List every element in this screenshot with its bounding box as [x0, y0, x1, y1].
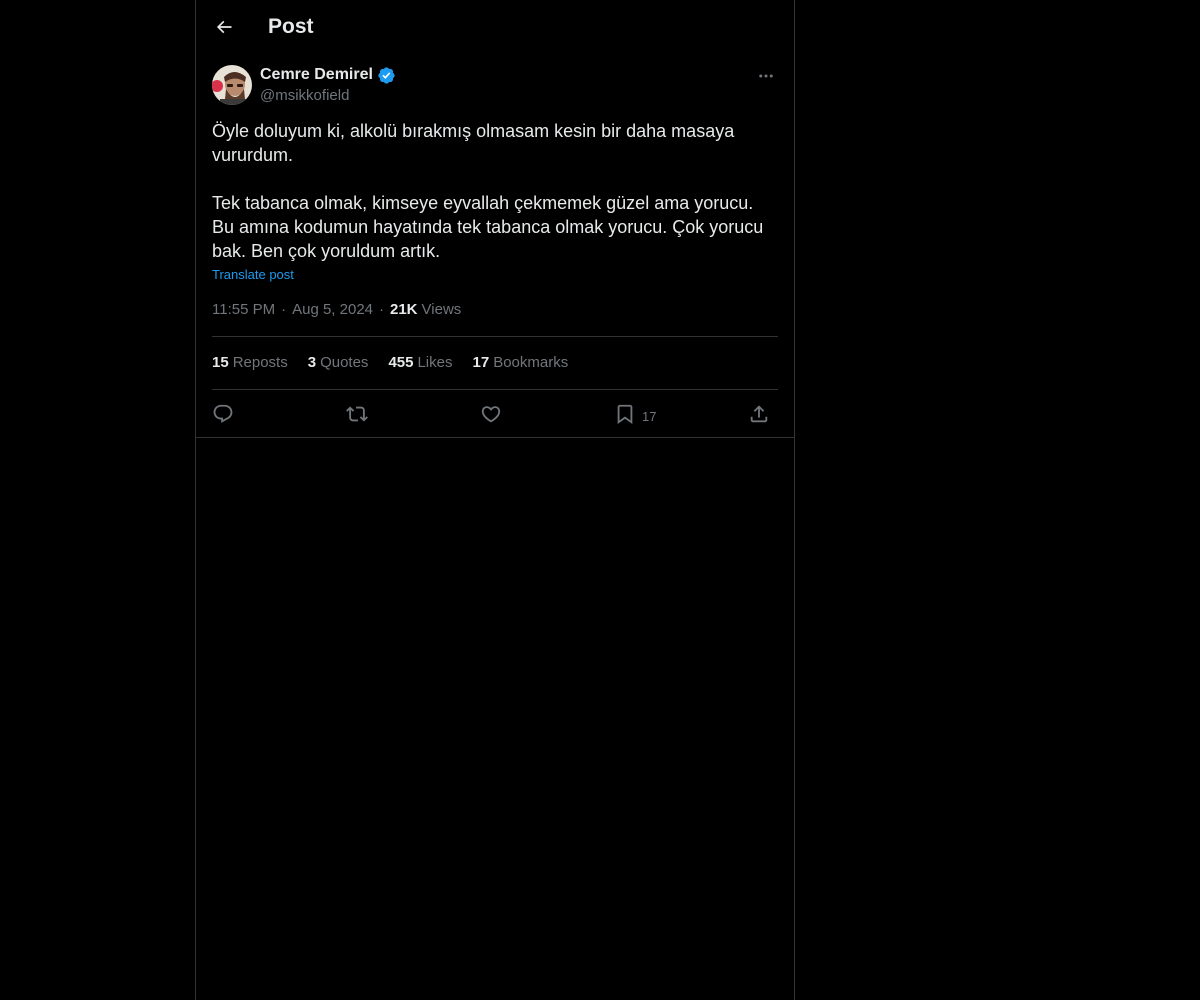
post-column: Post Cemre Demirel @msikkofield Öyle dol…	[195, 0, 795, 1000]
stat-number: 15	[212, 354, 229, 371]
arrow-left-icon	[214, 17, 234, 37]
name-line: Cemre Demirel	[260, 65, 396, 85]
author-display-name[interactable]: Cemre Demirel	[260, 65, 373, 85]
page-title: Post	[268, 15, 314, 38]
post-header: Post	[196, 0, 794, 54]
share-button[interactable]	[748, 398, 770, 430]
stat-label: Reposts	[232, 354, 288, 371]
post-author: Cemre Demirel @msikkofield	[212, 64, 778, 108]
bookmark-button[interactable]: 17	[614, 398, 656, 430]
reply-button[interactable]	[212, 398, 234, 430]
bookmark-icon	[614, 403, 636, 425]
translate-post-link[interactable]: Translate post	[212, 266, 294, 284]
author-handle[interactable]: @msikkofield	[260, 86, 349, 106]
stat-label: Bookmarks	[493, 354, 569, 371]
repost-button[interactable]	[346, 398, 368, 430]
divider	[212, 336, 778, 337]
stat-reposts[interactable]: 15 Reposts	[212, 353, 288, 373]
like-button[interactable]	[480, 398, 502, 430]
stat-quotes[interactable]: 3 Quotes	[308, 353, 369, 373]
avatar[interactable]	[212, 65, 252, 105]
stat-label: Quotes	[320, 354, 369, 371]
verified-badge-icon	[377, 66, 396, 85]
post-time[interactable]: 11:55 PM	[212, 300, 275, 320]
stat-number: 17	[472, 354, 490, 371]
reply-icon	[212, 403, 234, 425]
back-button[interactable]	[208, 11, 240, 43]
stat-number: 3	[307, 354, 317, 371]
share-icon	[748, 403, 770, 425]
more-horizontal-icon	[757, 67, 775, 85]
heart-icon	[480, 403, 502, 425]
stat-likes[interactable]: 455 Likes	[388, 353, 452, 373]
more-options-button[interactable]	[754, 64, 778, 88]
bookmark-count: 17	[642, 408, 657, 424]
post-stats: 15 Reposts 3 Quotes 455 Likes 17 Bookmarks	[212, 353, 568, 373]
stat-bookmarks[interactable]: 17 Bookmarks	[473, 353, 569, 373]
views-label: Views	[421, 301, 462, 318]
meta-separator: ·	[281, 301, 287, 318]
views-count: 21K	[390, 301, 418, 318]
post-text: Öyle doluyum ki, alkolü bırakmış olmasam…	[212, 121, 764, 261]
meta-separator: ·	[379, 301, 384, 318]
stat-label: Likes	[417, 354, 453, 371]
post-date[interactable]: Aug 5, 2024	[292, 300, 373, 320]
post-bottom-border	[196, 437, 794, 438]
action-bar: 17	[212, 398, 778, 430]
stat-number: 455	[388, 354, 414, 371]
post-meta: 11:55 PM · Aug 5, 2024 · 21K Views	[212, 300, 461, 320]
divider	[212, 389, 778, 390]
repost-icon	[346, 403, 368, 425]
